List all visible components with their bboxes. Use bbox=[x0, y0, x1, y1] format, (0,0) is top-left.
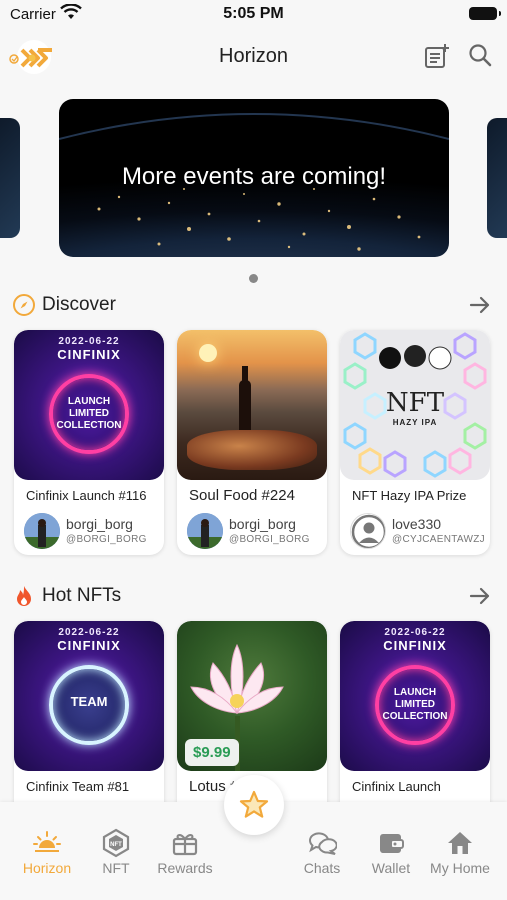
nft-artwork: 2022-06-22 CINFINIX TEAM bbox=[14, 621, 164, 771]
nft-card-soul-food-224[interactable]: Soul Food #224 borgi_borg @BORGI_BORG bbox=[177, 330, 327, 555]
nft-artwork: NFT HAZY IPA bbox=[340, 330, 490, 480]
hot-nfts-section-header: Hot NFTs bbox=[0, 582, 507, 612]
tab-label: Rewards bbox=[157, 860, 213, 876]
neon-ring: TEAM bbox=[49, 665, 129, 745]
tab-label: Wallet bbox=[371, 860, 411, 876]
artwork-ring-text: TEAM bbox=[70, 694, 108, 709]
artwork-brand: CINFINIX bbox=[57, 347, 121, 362]
tab-label: My Home bbox=[430, 860, 490, 876]
artwork-date: 2022-06-22 bbox=[384, 627, 446, 638]
avatar[interactable] bbox=[350, 513, 386, 549]
tab-rewards[interactable]: Rewards bbox=[152, 820, 218, 880]
svg-text:NFT: NFT bbox=[110, 842, 122, 848]
neon-ring: LAUNCH LIMITED COLLECTION bbox=[375, 665, 455, 745]
nft-card-cinfinix-launch-116[interactable]: 2022-06-22 CINFINIX LAUNCH LIMITED COLLE… bbox=[14, 330, 164, 555]
artwork-nft-label: NFT bbox=[385, 388, 445, 418]
sunrise-icon bbox=[33, 831, 61, 852]
nft-title: NFT Hazy IPA Prize bbox=[352, 488, 467, 503]
compass-icon bbox=[13, 294, 35, 316]
nft-hexagon-icon: NFT bbox=[102, 828, 130, 858]
banner-peek-next[interactable] bbox=[487, 118, 507, 238]
artwork-date: 2022-06-22 bbox=[58, 627, 120, 638]
arrow-right-icon[interactable] bbox=[469, 586, 491, 606]
carousel-page-indicator bbox=[249, 274, 258, 283]
arrow-right-icon[interactable] bbox=[469, 295, 491, 315]
tab-nft[interactable]: NFT NFT bbox=[83, 820, 149, 880]
status-time: 5:05 PM bbox=[223, 5, 284, 22]
event-banner[interactable]: More events are coming! bbox=[59, 99, 449, 257]
wallet-icon bbox=[380, 834, 404, 853]
banner-peek-previous[interactable] bbox=[0, 118, 20, 238]
nft-title: Cinfinix Team #81 bbox=[26, 779, 130, 794]
food-table-graphic bbox=[187, 430, 317, 470]
owner-username: love330 bbox=[392, 516, 442, 532]
owner-username: borgi_borg bbox=[229, 516, 296, 532]
banner-caption: More events are coming! bbox=[121, 163, 387, 190]
tab-label: NFT bbox=[102, 860, 130, 876]
nft-artwork bbox=[177, 330, 327, 480]
search-icon[interactable] bbox=[467, 42, 493, 68]
sun-graphic bbox=[199, 344, 217, 362]
tab-my-home[interactable]: My Home bbox=[427, 820, 493, 880]
nft-card-hazy-ipa[interactable]: NFT HAZY IPA NFT Hazy IPA Prize love330 … bbox=[340, 330, 490, 555]
artwork-date: 2022-06-22 bbox=[58, 336, 120, 347]
home-icon bbox=[448, 832, 472, 854]
discover-title: Discover bbox=[42, 294, 116, 315]
gift-icon bbox=[172, 834, 198, 856]
discover-section-header: Discover bbox=[0, 291, 507, 321]
favorite-fab-button[interactable] bbox=[224, 775, 284, 835]
owner-handle: @BORGI_BORG bbox=[229, 534, 310, 545]
owner-handle: @CYJCAENTAWZJ bbox=[392, 534, 485, 545]
tab-chats[interactable]: Chats bbox=[289, 820, 355, 880]
artwork-brand: CINFINIX bbox=[57, 638, 121, 653]
nft-title: Cinfinix Launch #116 bbox=[26, 488, 147, 503]
tab-label: Horizon bbox=[22, 860, 72, 876]
tab-horizon[interactable]: Horizon bbox=[14, 820, 80, 880]
neon-ring: LAUNCH LIMITED COLLECTION bbox=[49, 374, 129, 454]
owner-handle: @BORGI_BORG bbox=[66, 534, 147, 545]
artwork-subtitle: HAZY IPA bbox=[392, 418, 438, 427]
fire-icon bbox=[17, 586, 31, 606]
tab-wallet[interactable]: Wallet bbox=[358, 820, 424, 880]
price-badge: $9.99 bbox=[185, 739, 239, 766]
nft-artwork: $9.99 bbox=[177, 621, 327, 771]
nft-artwork: 2022-06-22 CINFINIX LAUNCH LIMITED COLLE… bbox=[14, 330, 164, 480]
compose-post-icon[interactable] bbox=[423, 42, 451, 70]
star-icon bbox=[239, 790, 269, 818]
battery-icon bbox=[469, 7, 501, 20]
avatar[interactable] bbox=[187, 513, 223, 549]
nft-title: Cinfinix Launch bbox=[352, 779, 441, 794]
status-bar: Carrier 5:05 PM bbox=[0, 0, 507, 30]
top-nav-bar: Horizon bbox=[0, 30, 507, 84]
nft-artwork: 2022-06-22 CINFINIX LAUNCH LIMITED COLLE… bbox=[340, 621, 490, 771]
artwork-ring-text: LAUNCH LIMITED COLLECTION bbox=[382, 687, 448, 722]
default-user-icon bbox=[351, 514, 385, 548]
owner-username: borgi_borg bbox=[66, 516, 133, 532]
tab-label: Chats bbox=[303, 860, 341, 876]
artwork-brand: CINFINIX bbox=[383, 638, 447, 653]
nft-title: Soul Food #224 bbox=[189, 487, 295, 504]
hot-nfts-title: Hot NFTs bbox=[42, 585, 122, 606]
avatar[interactable] bbox=[24, 513, 60, 549]
chat-bubbles-icon bbox=[309, 832, 337, 855]
artwork-ring-text: LAUNCH LIMITED COLLECTION bbox=[56, 396, 122, 431]
